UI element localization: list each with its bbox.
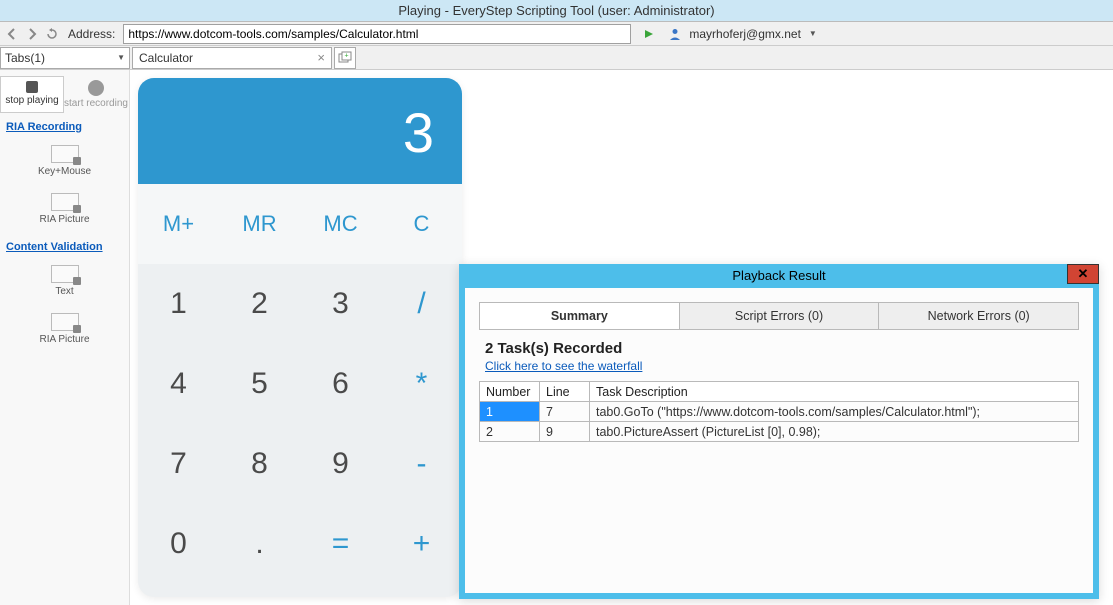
record-icon [88, 80, 104, 96]
multiply-button[interactable]: * [381, 344, 462, 424]
divide-button[interactable]: / [381, 264, 462, 344]
waterfall-link[interactable]: Click here to see the waterfall [485, 359, 642, 373]
ria-picture-label: RIA Picture [39, 214, 89, 225]
address-label: Address: [68, 27, 115, 41]
sidebar: stop playing start recording RIA Recordi… [0, 70, 130, 605]
tasks-table: Number Line Task Description 1 7 tab0.Go… [479, 381, 1079, 442]
playback-result-panel: Playback Result ✕ Summary Script Errors … [459, 264, 1099, 599]
table-row[interactable]: 2 9 tab0.PictureAssert (PictureList [0],… [480, 422, 1079, 442]
close-button[interactable]: ✕ [1067, 264, 1099, 284]
mem-plus-button[interactable]: M+ [138, 184, 219, 264]
user-dropdown-icon[interactable]: ▼ [809, 29, 817, 38]
plus-button[interactable]: + [381, 504, 462, 584]
digit-8-button[interactable]: 8 [219, 424, 300, 504]
user-email[interactable]: mayrhoferj@gmx.net [689, 27, 801, 41]
ria-picture2-label: RIA Picture [39, 334, 89, 345]
stop-label: stop playing [5, 95, 58, 106]
mem-clear-button[interactable]: MC [300, 184, 381, 264]
digit-2-button[interactable]: 2 [219, 264, 300, 344]
cell-desc: tab0.PictureAssert (PictureList [0], 0.9… [590, 422, 1079, 442]
cell-line: 9 [540, 422, 590, 442]
text-tool[interactable]: Text [0, 257, 129, 305]
mem-recall-button[interactable]: MR [219, 184, 300, 264]
refresh-icon[interactable] [44, 26, 60, 42]
digit-1-button[interactable]: 1 [138, 264, 219, 344]
tabs-dropdown-label: Tabs(1) [5, 51, 45, 65]
digit-3-button[interactable]: 3 [300, 264, 381, 344]
ria-recording-heading[interactable]: RIA Recording [0, 113, 129, 137]
keyboard-icon [51, 145, 79, 163]
ria-picture-tool-2[interactable]: RIA Picture [0, 305, 129, 353]
digit-4-button[interactable]: 4 [138, 344, 219, 424]
minus-button[interactable]: - [381, 424, 462, 504]
tasks-recorded-header: 2 Task(s) Recorded [485, 340, 1079, 357]
digit-6-button[interactable]: 6 [300, 344, 381, 424]
tab-network-errors[interactable]: Network Errors (0) [879, 303, 1078, 329]
picture-icon [51, 193, 79, 211]
col-line: Line [540, 382, 590, 402]
start-recording-button[interactable]: start recording [64, 76, 128, 113]
decimal-button[interactable]: . [219, 504, 300, 584]
playback-title: Playback Result [732, 268, 825, 283]
digit-7-button[interactable]: 7 [138, 424, 219, 504]
clear-button[interactable]: C [381, 184, 462, 264]
table-header-row: Number Line Task Description [480, 382, 1079, 402]
col-number: Number [480, 382, 540, 402]
digit-9-button[interactable]: 9 [300, 424, 381, 504]
go-icon[interactable] [641, 26, 657, 42]
address-bar: Address: mayrhoferj@gmx.net ▼ [0, 22, 1113, 46]
address-input[interactable] [123, 24, 631, 44]
window-title: Playing - EveryStep Scripting Tool (user… [0, 0, 1113, 22]
equals-button[interactable]: = [300, 504, 381, 584]
start-label: start recording [64, 98, 128, 109]
cell-number: 1 [480, 402, 540, 422]
tabs-dropdown[interactable]: Tabs(1) ▼ [0, 47, 130, 69]
text-tool-label: Text [55, 286, 73, 297]
tab-calculator[interactable]: Calculator × [132, 47, 332, 69]
stop-icon [26, 81, 38, 93]
text-icon [51, 265, 79, 283]
back-icon[interactable] [4, 26, 20, 42]
chevron-down-icon: ▼ [117, 53, 125, 62]
tab-script-errors[interactable]: Script Errors (0) [680, 303, 880, 329]
tab-label: Calculator [139, 51, 193, 65]
table-row[interactable]: 1 7 tab0.GoTo ("https://www.dotcom-tools… [480, 402, 1079, 422]
playback-tabs: Summary Script Errors (0) Network Errors… [479, 302, 1079, 330]
cell-line: 7 [540, 402, 590, 422]
col-desc: Task Description [590, 382, 1079, 402]
tab-summary[interactable]: Summary [480, 303, 680, 329]
content-validation-heading[interactable]: Content Validation [0, 233, 129, 257]
tabs-bar: Tabs(1) ▼ Calculator × + [0, 46, 1113, 70]
digit-5-button[interactable]: 5 [219, 344, 300, 424]
key-mouse-label: Key+Mouse [38, 166, 91, 177]
ria-picture-tool[interactable]: RIA Picture [0, 185, 129, 233]
cell-desc: tab0.GoTo ("https://www.dotcom-tools.com… [590, 402, 1079, 422]
calculator: 3 M+ MR MC C 1 2 3 / 4 5 6 * 7 8 9 - 0 . [138, 78, 462, 597]
user-icon [667, 26, 683, 42]
forward-icon[interactable] [24, 26, 40, 42]
stop-playing-button[interactable]: stop playing [0, 76, 64, 113]
key-mouse-tool[interactable]: Key+Mouse [0, 137, 129, 185]
close-icon[interactable]: × [317, 50, 325, 65]
picture-icon [51, 313, 79, 331]
calculator-display: 3 [138, 78, 462, 184]
add-tab-button[interactable]: + [334, 47, 356, 69]
svg-text:+: + [344, 52, 348, 59]
playback-title-bar: Playback Result ✕ [459, 264, 1099, 288]
cell-number: 2 [480, 422, 540, 442]
digit-0-button[interactable]: 0 [138, 504, 219, 584]
